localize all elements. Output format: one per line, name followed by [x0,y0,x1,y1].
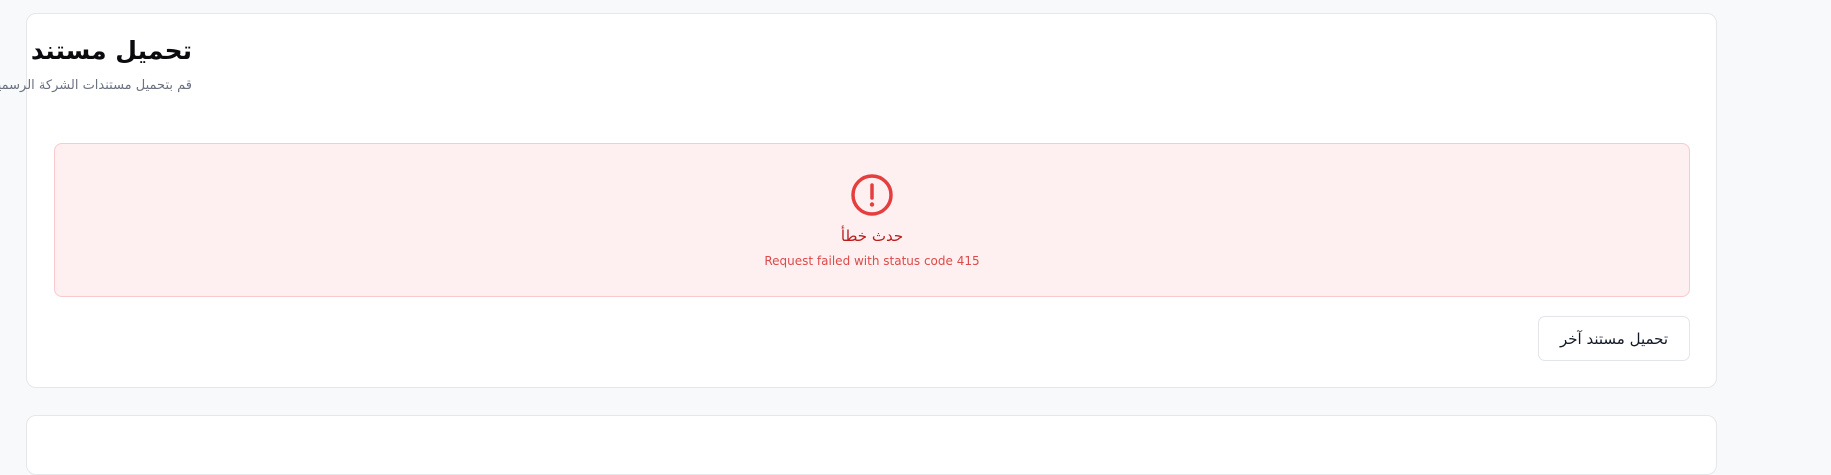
upload-document-card: تحميل مستند قم بتحميل مستندات الشركة الر… [0,13,1717,388]
error-message: Request failed with status code 415 [764,254,980,268]
alert-circle-icon [851,174,893,216]
page-title: تحميل مستند [30,36,192,65]
error-title: حدث خطأ [840,227,904,245]
secondary-card [26,415,1717,475]
upload-another-button[interactable]: تحميل مستند آخر [1538,316,1690,361]
page-subtitle: قم بتحميل مستندات الشركة الرسمية (PDF فق… [0,78,192,93]
error-alert: حدث خطأ Request failed with status code … [54,143,1690,297]
